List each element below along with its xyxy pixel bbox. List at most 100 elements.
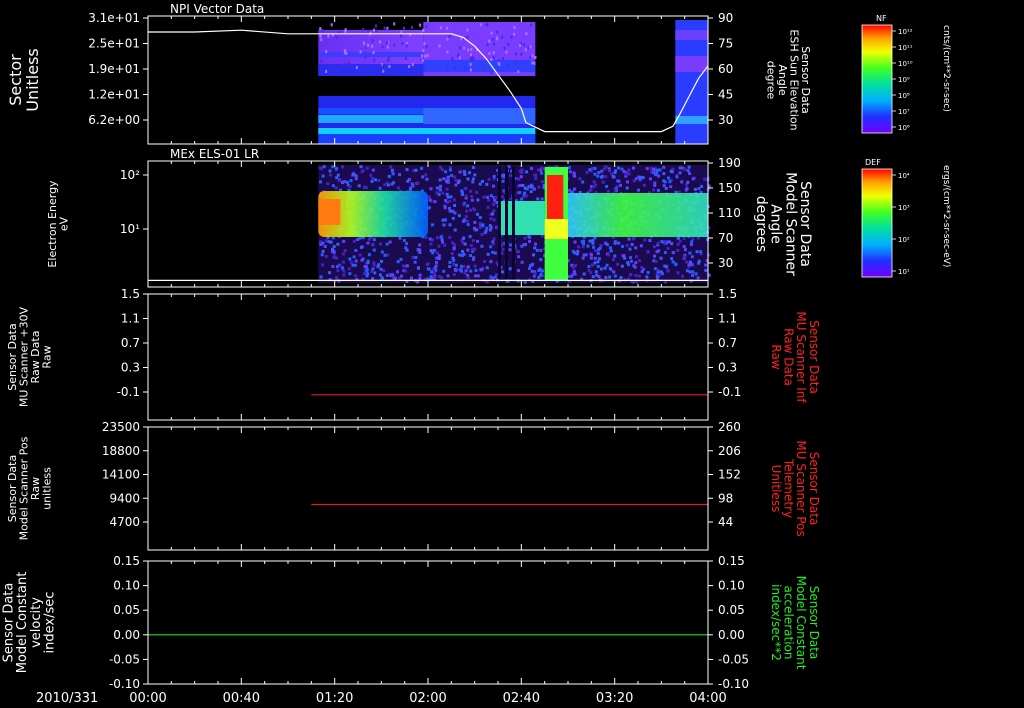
heatmap-cell (451, 209, 455, 213)
colorbar-def-gradient (861, 168, 893, 278)
colorbar-tick-label: 10¹ (898, 268, 910, 276)
heatmap-cell (327, 34, 330, 38)
heatmap-cell (501, 242, 505, 246)
y2-tick-label: -0.10 (718, 677, 749, 691)
heatmap-cell (678, 239, 682, 243)
heatmap-cell (448, 223, 452, 227)
heatmap-cell (620, 264, 624, 268)
heatmap-cell (629, 256, 633, 260)
heatmap-cell (374, 24, 377, 28)
y-tick-label: 0.3 (121, 361, 140, 375)
heatmap-cell (453, 267, 457, 271)
heatmap-cell (518, 183, 522, 187)
heatmap-cell (337, 68, 340, 72)
heatmap-cell (627, 168, 631, 172)
heatmap-cell (659, 270, 663, 274)
heatmap-cell (629, 259, 633, 263)
colorbar-tick-label: 10¹¹ (898, 44, 913, 52)
heatmap-cell (402, 26, 405, 30)
heatmap-cell (395, 71, 398, 75)
heatmap-cell (338, 264, 342, 268)
heatmap-cell (469, 68, 472, 72)
heatmap-cell (387, 59, 390, 63)
y2-tick-label: 45 (718, 88, 733, 102)
heatmap-cell (371, 242, 375, 246)
heatmap-cell (470, 247, 474, 251)
y-tick-label: 1.5 (121, 287, 140, 301)
heatmap-cell (656, 188, 660, 192)
heatmap-cell (321, 249, 325, 253)
heatmap-cell (461, 219, 465, 223)
heatmap-cell (585, 170, 589, 174)
heatmap-cell (479, 268, 483, 272)
heatmap-cell (501, 247, 505, 251)
heatmap-cell (671, 251, 675, 255)
heatmap-cell (619, 276, 623, 280)
heatmap-cell (612, 270, 616, 274)
heatmap-cell (319, 34, 322, 38)
colorbar-tick-label: 10² (898, 236, 910, 244)
heatmap-cell (591, 238, 595, 242)
heatmap-cell (452, 247, 456, 251)
heatmap-cell (372, 261, 376, 265)
heatmap-cell (348, 257, 352, 261)
heatmap-cell (530, 166, 534, 170)
heatmap-cell (466, 28, 469, 32)
heatmap-cell (704, 268, 708, 272)
y-tick-label: 2.5e+01 (88, 37, 140, 51)
heatmap-cell (466, 265, 470, 269)
heatmap-cell (519, 43, 522, 47)
heatmap-cell (676, 242, 680, 246)
heatmap-cell (445, 187, 449, 191)
heatmap-cell (520, 52, 523, 56)
sensor-plot-figure: NPI Vector Data 3.1e+01 2.5e+01 1.9e+01 1.2e… (0, 0, 1024, 708)
heatmap-cell (539, 248, 543, 252)
heatmap-cell (431, 238, 435, 242)
heatmap-cell (501, 270, 505, 274)
heatmap-cell (683, 167, 687, 171)
heatmap-cell (451, 241, 455, 245)
heatmap-cell (520, 260, 524, 264)
heatmap-cell (350, 261, 354, 265)
y-tick-label: 1.2e+01 (88, 88, 140, 102)
heatmap-cell (461, 236, 465, 240)
heatmap-cell (435, 236, 439, 240)
heatmap-cell (389, 165, 393, 169)
heatmap-cell (470, 198, 474, 202)
heatmap-cell (483, 231, 487, 235)
heatmap-cell (634, 261, 638, 265)
heatmap-cell (656, 270, 660, 274)
heatmap-cell (657, 174, 661, 178)
heatmap-cell (531, 262, 535, 266)
heatmap-cell (318, 199, 341, 225)
heatmap-cell (344, 29, 347, 33)
heatmap-cell (683, 248, 687, 252)
heatmap-cell (448, 235, 452, 239)
heatmap-cells (318, 165, 711, 284)
time-tick-label: 01:20 (316, 691, 353, 706)
heatmap-cell (386, 41, 389, 45)
heatmap-cell (492, 202, 496, 206)
heatmap-cell (678, 171, 682, 175)
heatmap-cell (431, 223, 435, 227)
heatmap-cell (523, 43, 526, 47)
heatmap-cell (373, 178, 377, 182)
heatmap-cell (500, 251, 504, 255)
heatmap-cell (519, 175, 523, 179)
heatmap-cell (510, 35, 513, 39)
heatmap-cell (370, 179, 374, 183)
heatmap-cell (680, 180, 684, 184)
heatmap-cell (682, 244, 686, 248)
heatmap-cell (426, 262, 430, 266)
heatmap-cell (652, 171, 656, 175)
heatmap-cell (471, 165, 475, 169)
heatmap-cell (525, 170, 529, 174)
heatmap-cell (491, 242, 495, 246)
heatmap-cell (517, 255, 521, 259)
heatmap-cell (439, 235, 443, 239)
heatmap-cell (463, 242, 467, 246)
heatmap-cell (341, 260, 345, 264)
heatmap-cell (447, 206, 451, 210)
heatmap-cell (593, 166, 597, 170)
heatmap-cell (427, 206, 431, 210)
